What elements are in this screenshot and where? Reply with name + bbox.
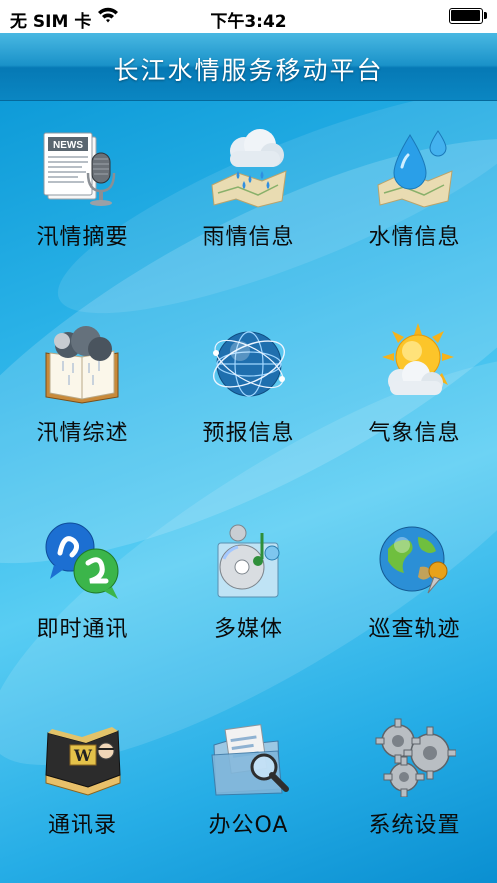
- menu-item-flood-overview[interactable]: 汛情综述: [0, 297, 165, 447]
- storm-book-icon: [42, 323, 124, 405]
- sun-cloud-icon: [374, 323, 456, 405]
- chat-bubbles-icon: [42, 519, 124, 601]
- menu-grid: NEWS 汛情摘要 雨情信息 水情信息 汛情综述 预报信息 气象信息 即时通讯 …: [0, 101, 497, 883]
- address-book-badge: W: [73, 746, 93, 765]
- menu-item-patrol-track[interactable]: 巡查轨迹: [332, 493, 497, 643]
- menu-item-system-settings[interactable]: 系统设置: [332, 689, 497, 839]
- menu-item-instant-messaging[interactable]: 即时通讯: [0, 493, 165, 643]
- menu-item-weather-info[interactable]: 气象信息: [332, 297, 497, 447]
- globe-pin-icon: [374, 519, 456, 601]
- menu-item-flood-summary[interactable]: NEWS 汛情摘要: [0, 101, 165, 251]
- menu-item-label: 雨情信息: [202, 225, 295, 250]
- menu-item-office-oa[interactable]: 办公OA: [166, 689, 331, 839]
- menu-item-label: 通讯录: [47, 813, 117, 838]
- menu-item-forecast-info[interactable]: 预报信息: [166, 297, 331, 447]
- news-badge: NEWS: [53, 140, 83, 151]
- status-time: 下午3:42: [210, 12, 287, 32]
- menu-item-water-info[interactable]: 水情信息: [332, 101, 497, 251]
- rain-cloud-map-icon: [208, 127, 290, 209]
- water-drop-map-icon: [374, 127, 456, 209]
- globe-network-icon: [208, 323, 290, 405]
- menu-item-rain-info[interactable]: 雨情信息: [166, 101, 331, 251]
- menu-item-label: 多媒体: [213, 617, 283, 642]
- title-bar: 长江水情服务移动平台: [0, 33, 497, 101]
- menu-item-label: 即时通讯: [36, 617, 129, 642]
- menu-item-label: 汛情综述: [36, 421, 129, 446]
- menu-item-label: 气象信息: [368, 421, 461, 446]
- status-bar: 无 SIM 卡 下午3:42: [0, 0, 497, 33]
- address-book-icon: W: [42, 715, 124, 797]
- menu-item-label: 汛情摘要: [36, 225, 129, 250]
- battery-icon: [449, 8, 487, 24]
- menu-item-label: 水情信息: [368, 225, 461, 250]
- menu-item-address-book[interactable]: W 通讯录: [0, 689, 165, 839]
- folder-search-icon: [208, 715, 290, 797]
- menu-item-label: 巡查轨迹: [368, 617, 461, 642]
- page-title: 长江水情服务移动平台: [113, 56, 384, 85]
- news-microphone-icon: NEWS: [42, 127, 124, 209]
- menu-item-label: 预报信息: [202, 421, 295, 446]
- menu-item-multimedia[interactable]: 多媒体: [166, 493, 331, 643]
- multimedia-disc-icon: [208, 519, 290, 601]
- menu-item-label: 办公OA: [208, 813, 289, 838]
- menu-item-label: 系统设置: [368, 813, 461, 838]
- gears-icon: [374, 715, 457, 798]
